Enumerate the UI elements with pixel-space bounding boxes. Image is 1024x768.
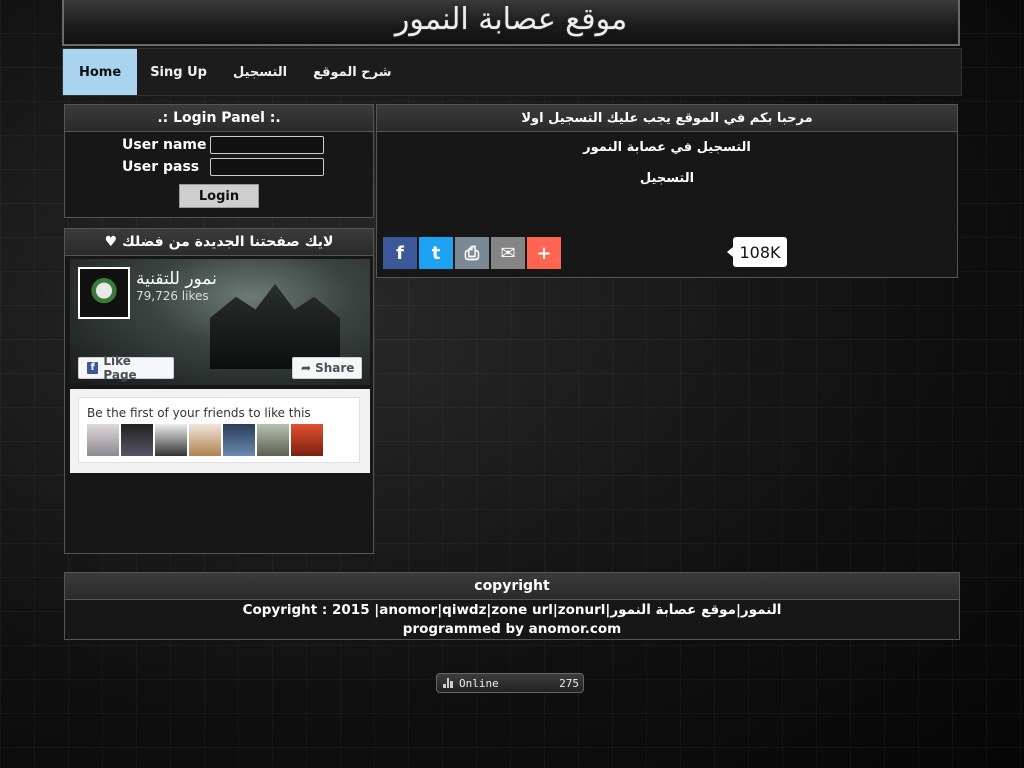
share-label: Share — [315, 361, 355, 375]
friend-avatar[interactable] — [87, 424, 119, 456]
online-label: Online — [459, 676, 499, 690]
register-link[interactable]: التسجيل — [377, 171, 957, 186]
register-gang-link[interactable]: التسجيل في عصابة النمور — [377, 140, 957, 155]
print-icon[interactable]: ⎙ — [455, 237, 489, 269]
like-page-button[interactable]: f Like Page — [78, 354, 174, 382]
share-arrow-icon: ➦ — [301, 361, 312, 375]
facebook-page-cover[interactable]: نمور للتقنية 79,726 likes f Like Page ➦ … — [70, 259, 370, 385]
email-icon[interactable]: ✉ — [491, 237, 525, 269]
facebook-like-panel: ♥ لايك صفحتنا الجديدة من فضلك نمور للتقن… — [64, 228, 374, 554]
share-count-badge: 108K — [727, 237, 787, 267]
login-panel: .: Login Panel :. User name User pass Lo… — [64, 104, 374, 218]
facebook-icon: f — [87, 362, 99, 374]
password-input[interactable] — [210, 158, 324, 176]
friend-avatar[interactable] — [223, 424, 255, 456]
online-count: 275 — [559, 676, 579, 690]
facebook-page-name[interactable]: نمور للتقنية — [136, 269, 217, 289]
login-panel-title: .: Login Panel :. — [65, 105, 373, 132]
nav-register[interactable]: التسجيل — [220, 49, 300, 95]
login-button[interactable]: Login — [179, 184, 259, 208]
friend-avatar[interactable] — [155, 424, 187, 456]
share-buttons: f t ⎙ ✉ + — [383, 237, 561, 269]
main-nav: Home Sing Up التسجيل شرح الموقع — [62, 48, 962, 96]
copyright-title: copyright — [65, 573, 959, 600]
nav-site-guide[interactable]: شرح الموقع — [300, 49, 404, 95]
nav-home[interactable]: Home — [63, 49, 138, 95]
friend-avatar[interactable] — [121, 424, 153, 456]
facebook-friends-box: Be the first of your friends to like thi… — [70, 389, 370, 473]
username-input[interactable] — [210, 136, 324, 154]
twitter-icon[interactable]: t — [419, 237, 453, 269]
page-avatar[interactable] — [78, 267, 130, 319]
copyright-panel: copyright Copyright : 2015 |anomor|qiwdz… — [64, 572, 960, 640]
nav-signup[interactable]: Sing Up — [137, 49, 220, 95]
like-page-label: Like Page — [103, 354, 137, 382]
facebook-like-count: 79,726 likes — [136, 289, 209, 303]
welcome-title: مرحبا بكم في الموقع يجب عليك التسجيل اول… — [377, 105, 957, 132]
friend-avatar[interactable] — [257, 424, 289, 456]
programmed-by-text: programmed by anomor.com — [402, 621, 622, 637]
friend-avatars — [87, 424, 323, 456]
bar-chart-icon — [443, 678, 454, 688]
share-page-button[interactable]: ➦ Share — [292, 357, 362, 379]
friend-avatar[interactable] — [291, 424, 323, 456]
password-label: User pass — [122, 159, 200, 175]
site-header: موقع عصابة النمور — [62, 0, 960, 46]
online-counter[interactable]: Online 275 — [436, 673, 584, 693]
friend-avatar[interactable] — [189, 424, 221, 456]
plus-icon[interactable]: + — [527, 237, 561, 269]
site-title: موقع عصابة النمور — [394, 1, 628, 37]
welcome-panel: مرحبا بكم في الموقع يجب عليك التسجيل اول… — [376, 104, 958, 278]
username-label: User name — [122, 137, 207, 153]
facebook-icon[interactable]: f — [383, 237, 417, 269]
friends-like-text: Be the first of your friends to like thi… — [87, 406, 311, 420]
copyright-text: Copyright : 2015 |anomor|qiwdz|zone url|… — [242, 602, 782, 618]
like-panel-title: ♥ لايك صفحتنا الجديدة من فضلك — [65, 229, 373, 256]
